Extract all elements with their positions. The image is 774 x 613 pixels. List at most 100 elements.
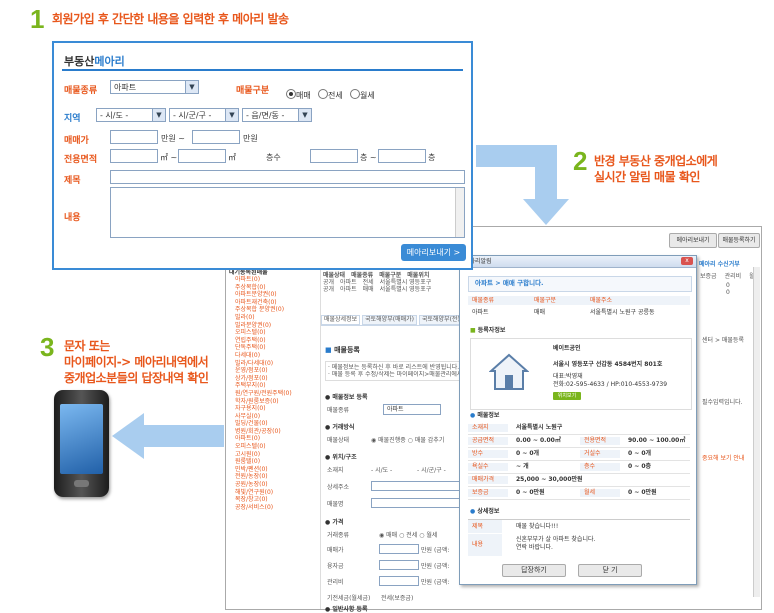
region-sido-value: - 시/도 - xyxy=(100,111,129,120)
field-fee-label: 관리비 xyxy=(327,579,344,586)
top-register-button[interactable]: 매물등록하기 xyxy=(718,233,760,248)
close-button[interactable]: 닫 기 xyxy=(578,564,642,577)
table-row[interactable]: 공개 아파트 전세 서울특별시 영등포구 xyxy=(323,279,473,286)
close-icon[interactable]: x xyxy=(681,257,693,265)
tree-item[interactable]: 원룸텔(0) xyxy=(235,458,317,466)
tree-item[interactable]: 오피스텔(0) xyxy=(235,443,317,451)
table-rows: 공개 아파트 전세 서울특별시 영등포구 공개 아파트 매매 서울특별시 영등포구 xyxy=(323,279,473,293)
section-deal-label: 거래방식 xyxy=(332,424,355,431)
send-echo-button[interactable]: 메아리보내기 > xyxy=(401,244,466,261)
deal-radio-wolse[interactable]: 월세 xyxy=(350,83,375,102)
deal-option-2[interactable]: 전세 xyxy=(406,532,417,539)
property-type-select[interactable]: 아파트 ▼ xyxy=(110,80,199,94)
subject-input[interactable] xyxy=(110,170,465,184)
tree-item[interactable]: 빌딩/건물(0) xyxy=(235,420,317,428)
deal-radio-maemae[interactable]: 매매 xyxy=(286,83,311,102)
price-min-input[interactable] xyxy=(110,130,158,144)
table-header-cell: 매물종류 xyxy=(351,272,374,279)
section-location-label: 위치/구조 xyxy=(332,454,357,461)
arrow-left-head xyxy=(112,413,144,459)
detail-address-input[interactable] xyxy=(371,481,461,491)
region-sido-select[interactable]: - 시/도 - ▼ xyxy=(96,108,166,122)
deposit-value: 전세(보증금) xyxy=(381,595,414,602)
tree-item[interactable]: 학자/원룸보증(0) xyxy=(235,398,317,406)
right-red-link[interactable]: 중요해 보기 안내 xyxy=(702,455,744,462)
radio-icon xyxy=(318,88,328,99)
property-name-input[interactable] xyxy=(371,498,461,508)
tree-item[interactable]: 빌라/다세대(0) xyxy=(235,360,317,368)
deal-option-maemae-label: 매매 xyxy=(296,91,311,100)
reply-button[interactable]: 답장하기 xyxy=(502,564,566,577)
status-option-2[interactable]: 매물 감추기 xyxy=(415,437,445,444)
info-label: 공급면적 xyxy=(468,437,508,445)
price-min-unit: 만원 ~ xyxy=(161,133,185,144)
detail-tab[interactable]: 국토해양부(매매가) xyxy=(362,315,417,325)
tree-item[interactable]: 자구용지(0) xyxy=(235,405,317,413)
top-send-echo-button[interactable]: 메아리보내기 xyxy=(669,233,717,248)
status-radio-group[interactable]: ◉ 매물진행중 ○ 매물 감추기 xyxy=(371,437,444,444)
tree-item[interactable]: 단독주택(0) xyxy=(235,344,317,352)
tree-root[interactable]: 대기동록된매물 xyxy=(229,269,317,276)
loan-input[interactable] xyxy=(379,560,419,570)
floor-min-input[interactable] xyxy=(310,149,358,163)
tree-item[interactable]: 오피스텔(0) xyxy=(235,329,317,337)
info-row-divider xyxy=(468,434,690,435)
tree-item[interactable]: 목장/창고(0) xyxy=(235,496,317,504)
tree-item[interactable]: 주택부지(0) xyxy=(235,382,317,390)
agent-card: 베이트공인 서울시 영등포구 선갑동 4584번지 801호 대표:박영재 전화… xyxy=(470,338,692,410)
step-3-line2: 마이페이지-> 메아리내역에서 xyxy=(64,355,209,369)
price-hint-3: 만원 (금액: xyxy=(421,579,450,586)
section-general-label: 일반사항 등록 xyxy=(332,606,368,613)
table-row[interactable]: 공개 아파트 매매 서울특별시 영등포구 xyxy=(323,286,473,293)
right-col-header-2: 관리비 xyxy=(724,273,742,280)
window-scrollbar[interactable] xyxy=(753,267,760,597)
notice-line-2: · 매물 등록 후 수정/삭제는 마이페이지>매물관리에서 이 xyxy=(328,371,464,378)
region-sigungu-select[interactable]: - 시/군/구 - ▼ xyxy=(169,108,239,122)
tree-item[interactable]: 원/연구원/전원주택(0) xyxy=(235,390,317,398)
table-header-cell: 매물위치 xyxy=(407,272,430,279)
tree-item[interactable]: 다세대(0) xyxy=(235,352,317,360)
tree-item[interactable]: 아파트(0) xyxy=(235,276,317,284)
subject-label: 제목 xyxy=(64,176,81,186)
detail-tab[interactable]: 매물상세정보 xyxy=(321,315,361,325)
table-cell: 아파트 xyxy=(340,286,357,293)
area-min-unit-text: ㎡ xyxy=(160,153,168,162)
tree-item[interactable]: 빌라(0) xyxy=(235,314,317,322)
tree-item[interactable]: 공장/서비스(0) xyxy=(235,504,317,512)
table-header-cell: 매물구분 xyxy=(379,272,402,279)
tree-item[interactable]: 운영/점포(0) xyxy=(235,367,317,375)
tree-item[interactable]: 아파트분양권(0) xyxy=(235,291,317,299)
agent-section-label: 등록자정보 xyxy=(477,327,506,334)
deal-option-1[interactable]: 매매 xyxy=(386,532,397,539)
map-button[interactable]: 위치보기 xyxy=(553,392,581,400)
tree-item[interactable]: 주상복합 분양권(0) xyxy=(235,306,317,314)
step-1-text: 회원가입 후 간단한 내용을 입력한 후 메아리 발송 xyxy=(52,12,289,26)
tree-item[interactable]: 전원/농장(0) xyxy=(235,473,317,481)
table-cell: 서울특별시 영등포구 xyxy=(379,279,432,286)
floor-max-input[interactable] xyxy=(378,149,426,163)
fee-input[interactable] xyxy=(379,576,419,586)
status-option-1[interactable]: 매물진행중 xyxy=(378,437,406,444)
popup-headline: 아파트 > 매매 구합니다. xyxy=(475,279,544,287)
deal-option-3[interactable]: 월세 xyxy=(426,532,437,539)
echo-alert-popup: 메아리알림 x 아파트 > 매매 구합니다. 매물종류 매물구분 매물주소 아파… xyxy=(459,255,697,585)
area-min-input[interactable] xyxy=(110,149,158,163)
section-location: ● 위치/구조 xyxy=(325,454,357,461)
price-input[interactable] xyxy=(379,544,419,554)
region-eupmyeondong-select[interactable]: - 읍/면/동 - ▼ xyxy=(242,108,312,122)
tree-item[interactable]: 아파트(0) xyxy=(235,435,317,443)
deal-radio-jeonse[interactable]: 전세 xyxy=(318,83,343,102)
content-textarea[interactable] xyxy=(110,187,465,238)
step-3-line1: 문자 또는 xyxy=(64,339,110,353)
region-select-1[interactable]: - 시/도 - xyxy=(371,467,392,474)
detail-content-2: 연락 바랍니다. xyxy=(516,544,553,551)
price-max-input[interactable] xyxy=(192,130,240,144)
agent-address: 서울시 영등포구 선갑동 4584번지 801호 xyxy=(553,361,663,368)
deal-radio-group[interactable]: ◉ 매매 ○ 전세 ○ 월세 xyxy=(379,532,437,539)
textarea-scrollbar[interactable] xyxy=(455,188,464,237)
tree-item[interactable]: 공원/농장(0) xyxy=(235,481,317,489)
region-select-2[interactable]: - 시/군/구 - xyxy=(417,467,446,474)
info-row-divider xyxy=(468,460,690,461)
field-kind-select[interactable]: 아파트 xyxy=(383,404,441,415)
area-max-input[interactable] xyxy=(178,149,226,163)
